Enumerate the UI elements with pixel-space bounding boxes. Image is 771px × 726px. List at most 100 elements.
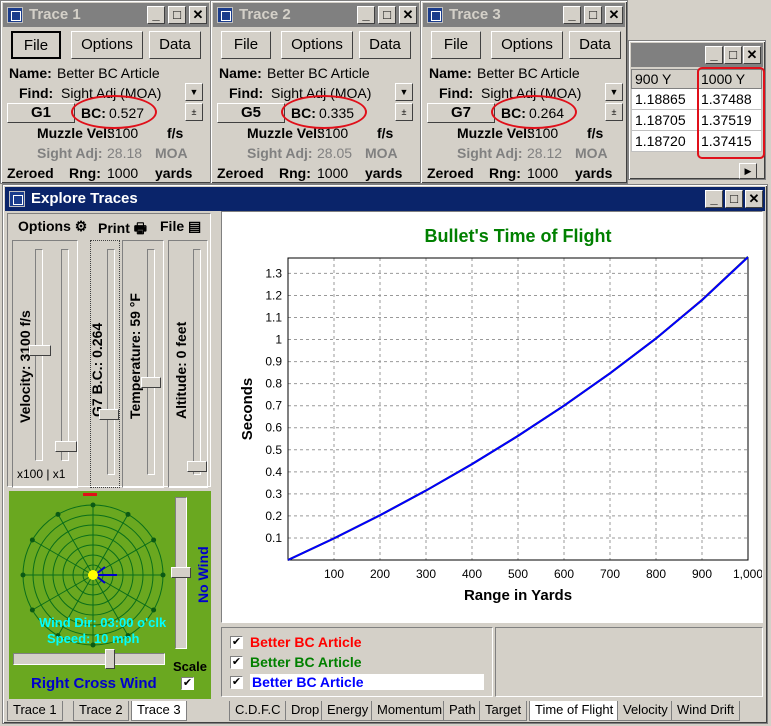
chart-panel: Bullet's Time of Flight 100 200 300 400 500 60… bbox=[221, 211, 763, 623]
find-dropdown-button[interactable]: ▼ bbox=[395, 83, 413, 101]
tab-target[interactable]: Target bbox=[479, 701, 528, 721]
tab-path[interactable]: Path bbox=[443, 701, 482, 721]
velocity-thumb-x1[interactable] bbox=[55, 441, 77, 452]
options-button[interactable]: Options bbox=[491, 31, 563, 59]
table-cell[interactable]: 1.18705 bbox=[631, 109, 698, 131]
close-button[interactable]: ✕ bbox=[399, 6, 417, 24]
maximize-button[interactable]: □ bbox=[725, 190, 743, 208]
table-cell[interactable]: 1.18865 bbox=[631, 88, 698, 110]
temperature-slider[interactable] bbox=[147, 249, 155, 475]
bc-stepper-button[interactable]: ± bbox=[605, 103, 623, 121]
bc-slider-label: G7 B.C.: 0.264 bbox=[89, 322, 105, 417]
tab-time-of-flight[interactable]: Time of Flight bbox=[529, 701, 620, 721]
legend-entry: Better BC Article bbox=[250, 634, 362, 650]
tab-trace-1[interactable]: Trace 1 bbox=[7, 701, 63, 721]
close-button[interactable]: ✕ bbox=[743, 46, 761, 64]
scroll-right-button[interactable]: ▶ bbox=[739, 163, 757, 179]
altitude-slider[interactable] bbox=[193, 249, 201, 475]
range-value[interactable]: 1000 bbox=[527, 165, 558, 181]
wind-speed-thumb[interactable] bbox=[171, 567, 191, 578]
legend-checkbox[interactable]: ✔ bbox=[230, 636, 243, 649]
y-tick-label: 0.4 bbox=[265, 465, 282, 479]
bc-highlight-circle bbox=[491, 95, 577, 129]
table-cell[interactable]: 1.18720 bbox=[631, 130, 698, 152]
maximize-button[interactable]: □ bbox=[168, 6, 186, 24]
bc-stepper-button[interactable]: ± bbox=[395, 103, 413, 121]
tab-c-d-f-c[interactable]: C.D.F.C bbox=[229, 701, 287, 721]
x-axis-label: Range in Yards bbox=[464, 587, 572, 604]
maximize-button[interactable]: □ bbox=[724, 46, 742, 64]
tab-trace-2[interactable]: Trace 2 bbox=[73, 701, 129, 721]
app-icon bbox=[7, 7, 23, 23]
close-button[interactable]: ✕ bbox=[189, 6, 207, 24]
app-icon bbox=[9, 191, 25, 207]
tab-wind-drift[interactable]: Wind Drift bbox=[671, 701, 741, 721]
options-menu[interactable]: Options ⚙ bbox=[18, 218, 87, 235]
y-tick-label: 0.9 bbox=[265, 355, 282, 369]
find-dropdown-button[interactable]: ▼ bbox=[605, 83, 623, 101]
find-dropdown-button[interactable]: ▼ bbox=[185, 83, 203, 101]
minimize-button[interactable]: _ bbox=[705, 46, 723, 64]
wind-angle-thumb[interactable] bbox=[105, 649, 115, 669]
file-icon: ▤ bbox=[188, 218, 202, 234]
legend-checkbox[interactable]: ✔ bbox=[230, 656, 243, 669]
data-button[interactable]: Data bbox=[569, 31, 621, 59]
data-table-window: _ □ ✕ 900 Y 1000 Y 1.18865 1.37488 1.187… bbox=[628, 40, 766, 180]
options-button[interactable]: Options bbox=[281, 31, 353, 59]
y-axis-label: Seconds bbox=[239, 378, 256, 441]
tab-trace-3[interactable]: Trace 3 bbox=[131, 701, 187, 721]
file-button[interactable]: File bbox=[11, 31, 61, 59]
drag-model-button[interactable]: G5 bbox=[217, 103, 285, 123]
minimize-button[interactable]: _ bbox=[705, 190, 723, 208]
close-button[interactable]: ✕ bbox=[605, 6, 623, 24]
bc-stepper-button[interactable]: ± bbox=[185, 103, 203, 121]
data-button[interactable]: Data bbox=[149, 31, 201, 59]
trace-tab-strip: Trace 1 Trace 2 Trace 3 bbox=[7, 701, 213, 721]
y-tick-label: 0.1 bbox=[265, 531, 282, 545]
range-value[interactable]: 1000 bbox=[317, 165, 348, 181]
options-button[interactable]: Options bbox=[71, 31, 143, 59]
tab-energy[interactable]: Energy bbox=[321, 701, 375, 721]
window-title: Explore Traces bbox=[31, 190, 138, 207]
compass-hour-dot bbox=[20, 572, 26, 578]
scale-checkbox[interactable]: ✔ bbox=[181, 677, 194, 690]
temperature-thumb[interactable] bbox=[141, 377, 161, 388]
maximize-button[interactable]: □ bbox=[378, 6, 396, 24]
range-unit: yards bbox=[155, 165, 193, 181]
tab-momentum[interactable]: Momentum bbox=[371, 701, 449, 721]
muzzle-vel-unit: f/s bbox=[167, 125, 184, 141]
bc-slider[interactable] bbox=[107, 249, 115, 475]
bc-thumb[interactable] bbox=[99, 409, 119, 420]
legend-checkbox[interactable]: ✔ bbox=[230, 676, 243, 689]
x-tick-label: 200 bbox=[370, 567, 390, 581]
drag-model-button[interactable]: G1 bbox=[7, 103, 75, 123]
data-button[interactable]: Data bbox=[359, 31, 411, 59]
drag-model-button[interactable]: G7 bbox=[427, 103, 495, 123]
trace-window-2: Trace 2 _ □ ✕ File Options Data Name: Be… bbox=[210, 0, 422, 184]
file-button[interactable]: File bbox=[221, 31, 271, 59]
tab-drop[interactable]: Drop bbox=[285, 701, 326, 721]
sight-adj-label: Sight Adj: bbox=[37, 145, 103, 161]
sight-adj-value: 28.18 bbox=[107, 145, 143, 161]
scale-text: x100 | x1 bbox=[17, 467, 66, 481]
file-menu[interactable]: File ▤ bbox=[160, 218, 201, 235]
minimize-button[interactable]: _ bbox=[357, 6, 375, 24]
tab-velocity[interactable]: Velocity bbox=[617, 701, 674, 721]
minimize-button[interactable]: _ bbox=[147, 6, 165, 24]
blank-panel bbox=[495, 627, 763, 697]
velocity-slider-x1[interactable] bbox=[61, 249, 69, 461]
x-tick-label: 700 bbox=[600, 567, 620, 581]
x-tick-label: 500 bbox=[508, 567, 528, 581]
trace-title: Trace 1 bbox=[29, 6, 81, 23]
print-menu[interactable]: Print 🖶 bbox=[98, 218, 147, 242]
maximize-button[interactable]: □ bbox=[584, 6, 602, 24]
altitude-thumb[interactable] bbox=[187, 461, 207, 472]
range-value[interactable]: 1000 bbox=[107, 165, 138, 181]
minimize-button[interactable]: _ bbox=[563, 6, 581, 24]
velocity-thumb-x100[interactable] bbox=[29, 345, 51, 356]
file-button[interactable]: File bbox=[431, 31, 481, 59]
scale-label: Scale bbox=[173, 659, 207, 674]
wind-angle-slider[interactable] bbox=[13, 653, 165, 665]
close-button[interactable]: ✕ bbox=[745, 190, 763, 208]
trace-window-1: Trace 1 _ □ ✕ File Options Data Name: Be… bbox=[0, 0, 212, 184]
